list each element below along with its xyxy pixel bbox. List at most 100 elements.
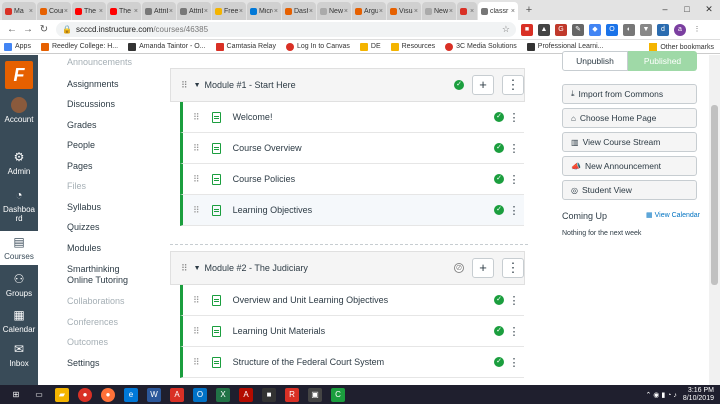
add-item-button[interactable]: + <box>472 258 494 278</box>
browser-tab[interactable]: Course× <box>37 2 71 20</box>
item-menu-icon[interactable]: ⋮ <box>504 325 524 338</box>
extension-icon[interactable]: O <box>606 23 618 36</box>
close-tab-icon[interactable]: × <box>204 8 208 15</box>
collapse-caret-icon[interactable]: ▼ <box>194 82 201 89</box>
published-check-icon[interactable]: ✓ <box>494 174 504 184</box>
module-item[interactable]: ⠿ Overview and Unit Learning Objectives … <box>180 285 524 316</box>
task-view-icon[interactable]: ▭ <box>32 388 46 402</box>
close-tab-icon[interactable]: × <box>64 8 68 15</box>
close-tab-icon[interactable]: × <box>169 8 173 15</box>
close-tab-icon[interactable]: × <box>379 8 383 15</box>
institution-logo[interactable]: F <box>5 61 33 89</box>
module-item-title[interactable]: Structure of the Federal Court System <box>233 357 494 367</box>
nav-admin[interactable]: ⚙ Admin <box>0 149 38 176</box>
module-item-title[interactable]: Learning Unit Materials <box>233 326 494 336</box>
close-tab-icon[interactable]: × <box>470 8 474 15</box>
tray-icons[interactable]: ⌃ ◉ ▮ ◔ ♪ <box>646 391 677 399</box>
item-menu-icon[interactable]: ⋮ <box>504 356 524 369</box>
browser-tab[interactable]: Visual× <box>387 2 421 20</box>
acrobat-icon[interactable]: A <box>170 387 184 402</box>
windows-start-icon[interactable]: ⊞ <box>9 388 23 402</box>
course-nav-assignments[interactable]: Assignments <box>67 79 119 89</box>
item-menu-icon[interactable]: ⋮ <box>504 204 524 217</box>
course-nav-people[interactable]: People <box>67 140 95 150</box>
bookmark-apps[interactable]: Apps <box>4 42 31 51</box>
bookmark-item[interactable]: Log In to Canvas <box>285 42 350 51</box>
module-item[interactable]: ⠿ Learning Objectives ✓ ⋮ <box>180 195 524 226</box>
unpublished-icon[interactable]: ⊘ <box>454 263 464 273</box>
choose-home-page-button[interactable]: ⌂ Choose Home Page <box>562 108 697 128</box>
module-header[interactable]: ⠿ ▼ Module #2 - The Judiciary ⊘ + ⋮ <box>170 251 525 285</box>
published-check-icon[interactable]: ✓ <box>494 112 504 122</box>
extension-icon[interactable]: d <box>657 23 669 36</box>
import-from-commons-button[interactable]: ⤓ Import from Commons <box>562 84 697 104</box>
browser-tab[interactable]: Attrib× <box>142 2 176 20</box>
menu-icon[interactable]: ⋮ <box>691 24 703 36</box>
module-item[interactable]: ⠿ Structure of the Federal Court System … <box>180 347 524 378</box>
drag-handle-icon[interactable]: ⠿ <box>193 326 200 337</box>
close-tab-icon[interactable]: × <box>134 8 138 15</box>
excel-icon[interactable]: X <box>216 387 230 402</box>
acrobat-reader-icon[interactable]: A <box>239 387 253 402</box>
collapse-caret-icon[interactable]: ▼ <box>194 265 201 272</box>
browser-tab[interactable]: Free M× <box>212 2 246 20</box>
close-tab-icon[interactable]: × <box>99 8 103 15</box>
course-nav-modules[interactable]: Modules <box>67 243 101 253</box>
course-nav-smarthinking-line2[interactable]: Online Tutoring <box>67 275 128 285</box>
module-item-title[interactable]: Course Overview <box>233 143 494 153</box>
browser-tab[interactable]: Argun× <box>352 2 386 20</box>
course-nav-files[interactable]: Files <box>67 181 86 191</box>
chrome-icon[interactable]: ● <box>78 387 92 402</box>
module-item-title[interactable]: Course Policies <box>233 174 494 184</box>
module-header[interactable]: ⠿ ▼ Module #1 - Start Here ✓ + ⋮ <box>170 68 525 102</box>
bookmark-item[interactable]: Amanda Taintor - O... <box>128 42 206 51</box>
app-icon[interactable]: ■ <box>262 387 276 402</box>
drag-handle-icon[interactable]: ⠿ <box>181 263 188 274</box>
browser-tab[interactable]: New Tab× <box>422 2 456 20</box>
browser-tab[interactable]: Ma × <box>2 2 36 20</box>
drag-handle-icon[interactable]: ⠿ <box>193 357 200 368</box>
course-nav-outcomes[interactable]: Outcomes <box>67 337 108 347</box>
view-course-stream-button[interactable]: ▥ View Course Stream <box>562 132 697 152</box>
other-bookmarks[interactable]: Other bookmarks <box>649 43 714 51</box>
bookmark-folder[interactable]: Resources <box>390 42 435 51</box>
maximize-icon[interactable]: □ <box>676 0 698 18</box>
add-item-button[interactable]: + <box>472 75 494 95</box>
url-bar[interactable]: 🔒 scccd.instructure.com/courses/46385 ☆ <box>56 22 516 37</box>
browser-tab-active[interactable]: classr × <box>478 2 518 20</box>
nav-groups[interactable]: ⚇ Groups <box>0 271 38 298</box>
page-scrollbar[interactable] <box>709 55 720 385</box>
close-tab-icon[interactable]: × <box>309 8 313 15</box>
published-check-icon[interactable]: ✓ <box>494 326 504 336</box>
bookmark-folder[interactable]: DE <box>359 42 381 51</box>
browser-tab[interactable]: The ki× <box>72 2 106 20</box>
close-window-icon[interactable]: ✕ <box>698 0 720 18</box>
drag-handle-icon[interactable]: ⠿ <box>181 80 188 91</box>
nav-inbox[interactable]: ✉ Inbox <box>0 341 38 368</box>
browser-tab[interactable]: Attrib× <box>177 2 211 20</box>
app-icon[interactable]: ▣ <box>308 387 322 402</box>
close-tab-icon[interactable]: × <box>274 8 278 15</box>
new-tab-button[interactable]: + <box>522 4 536 18</box>
item-menu-icon[interactable]: ⋮ <box>504 111 524 124</box>
close-tab-icon[interactable]: × <box>449 8 453 15</box>
relay-icon[interactable]: R <box>285 387 299 402</box>
module-item[interactable]: ⠿ Course Policies ✓ ⋮ <box>180 164 524 195</box>
course-nav-quizzes[interactable]: Quizzes <box>67 222 100 232</box>
student-view-button[interactable]: ◎ Student View <box>562 180 697 200</box>
close-tab-icon[interactable]: × <box>414 8 418 15</box>
camtasia-icon[interactable]: C <box>331 387 345 402</box>
drag-handle-icon[interactable]: ⠿ <box>193 143 200 154</box>
minimize-icon[interactable]: – <box>654 0 676 18</box>
unpublish-button[interactable]: Unpublish <box>562 51 628 71</box>
module-item[interactable]: ⠿ Welcome! ✓ ⋮ <box>180 102 524 133</box>
course-nav-settings[interactable]: Settings <box>67 358 100 368</box>
outlook-icon[interactable]: O <box>193 387 207 402</box>
module-item[interactable]: ⠿ Learning Unit Materials ✓ ⋮ <box>180 316 524 347</box>
drag-handle-icon[interactable]: ⠿ <box>193 295 200 306</box>
module-settings-button[interactable]: ⋮ <box>502 75 524 95</box>
course-nav-pages[interactable]: Pages <box>67 161 93 171</box>
item-menu-icon[interactable]: ⋮ <box>504 173 524 186</box>
extension-icon[interactable]: ◐ <box>623 23 635 36</box>
published-check-icon[interactable]: ✓ <box>494 205 504 215</box>
